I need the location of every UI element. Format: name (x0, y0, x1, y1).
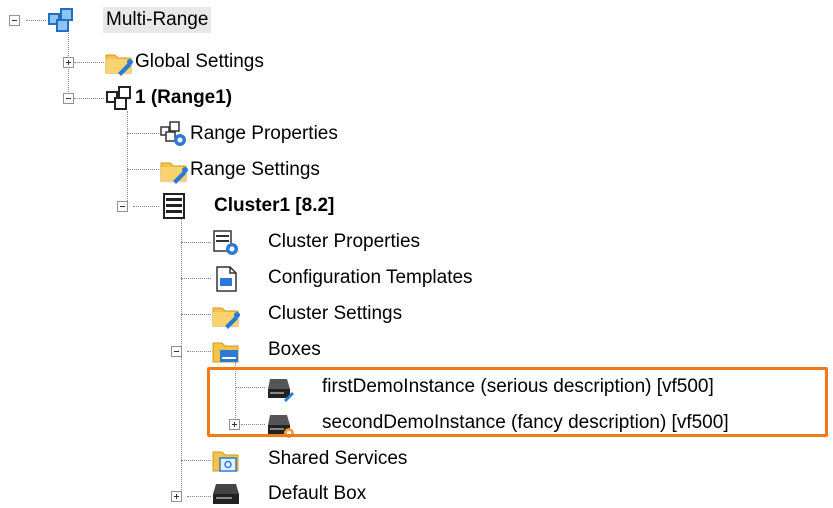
collapse-toggle-boxes[interactable] (171, 346, 182, 357)
tree-item-cluster-properties[interactable]: Cluster Properties (265, 229, 423, 255)
tree-connector (26, 20, 46, 21)
tree-connector (181, 314, 211, 315)
tree-item-range-settings[interactable]: Range Settings (187, 157, 323, 183)
instances-highlight-box (207, 367, 828, 437)
tree-connector (133, 206, 159, 207)
tree-connector (181, 242, 211, 243)
multi-range-icon (48, 8, 73, 32)
folder-wrench-icon (105, 54, 133, 76)
box-icon (213, 484, 239, 504)
tree-connector (187, 351, 211, 352)
tree-item-configuration-templates[interactable]: Configuration Templates (265, 265, 476, 291)
tree-connector (181, 278, 211, 279)
folder-wrench-icon (160, 162, 188, 184)
tree-connector (127, 169, 159, 170)
collapse-toggle-multi-range[interactable] (9, 15, 20, 26)
tree-connector (187, 496, 211, 497)
tree-item-default-box[interactable]: Default Box (265, 481, 369, 507)
tree-item-shared-services[interactable]: Shared Services (265, 446, 410, 472)
range-icon (106, 86, 131, 110)
tree-connector (181, 460, 211, 461)
expand-toggle-global-settings[interactable] (63, 57, 74, 68)
expand-toggle-default-box[interactable] (171, 491, 182, 502)
tree-item-global-settings[interactable]: Global Settings (132, 49, 267, 75)
tree-item-cluster-settings[interactable]: Cluster Settings (265, 301, 405, 327)
folder-services-icon (212, 451, 239, 472)
folder-wrench-icon (212, 307, 240, 329)
tree-connector (74, 62, 104, 63)
tree-connector (74, 98, 104, 99)
collapse-toggle-cluster1[interactable] (117, 201, 128, 212)
tree-item-multi-range[interactable]: Multi-Range (103, 7, 212, 33)
range-properties-icon (160, 121, 186, 146)
cluster-properties-icon (213, 230, 238, 255)
tree-item-range1[interactable]: 1 (Range1) (132, 85, 235, 111)
tree-item-cluster1[interactable]: Cluster1 [8.2] (211, 193, 337, 219)
tree-connector (127, 111, 128, 203)
tree-item-range-properties[interactable]: Range Properties (187, 121, 341, 147)
cluster-icon (163, 193, 185, 219)
document-icon (216, 266, 237, 292)
tree-view: Multi-Range Global Settings 1 (Range1) R… (0, 0, 833, 505)
folder-box-icon (212, 342, 239, 363)
tree-item-boxes[interactable]: Boxes (265, 337, 324, 363)
collapse-toggle-range1[interactable] (63, 93, 74, 104)
tree-connector (127, 133, 159, 134)
